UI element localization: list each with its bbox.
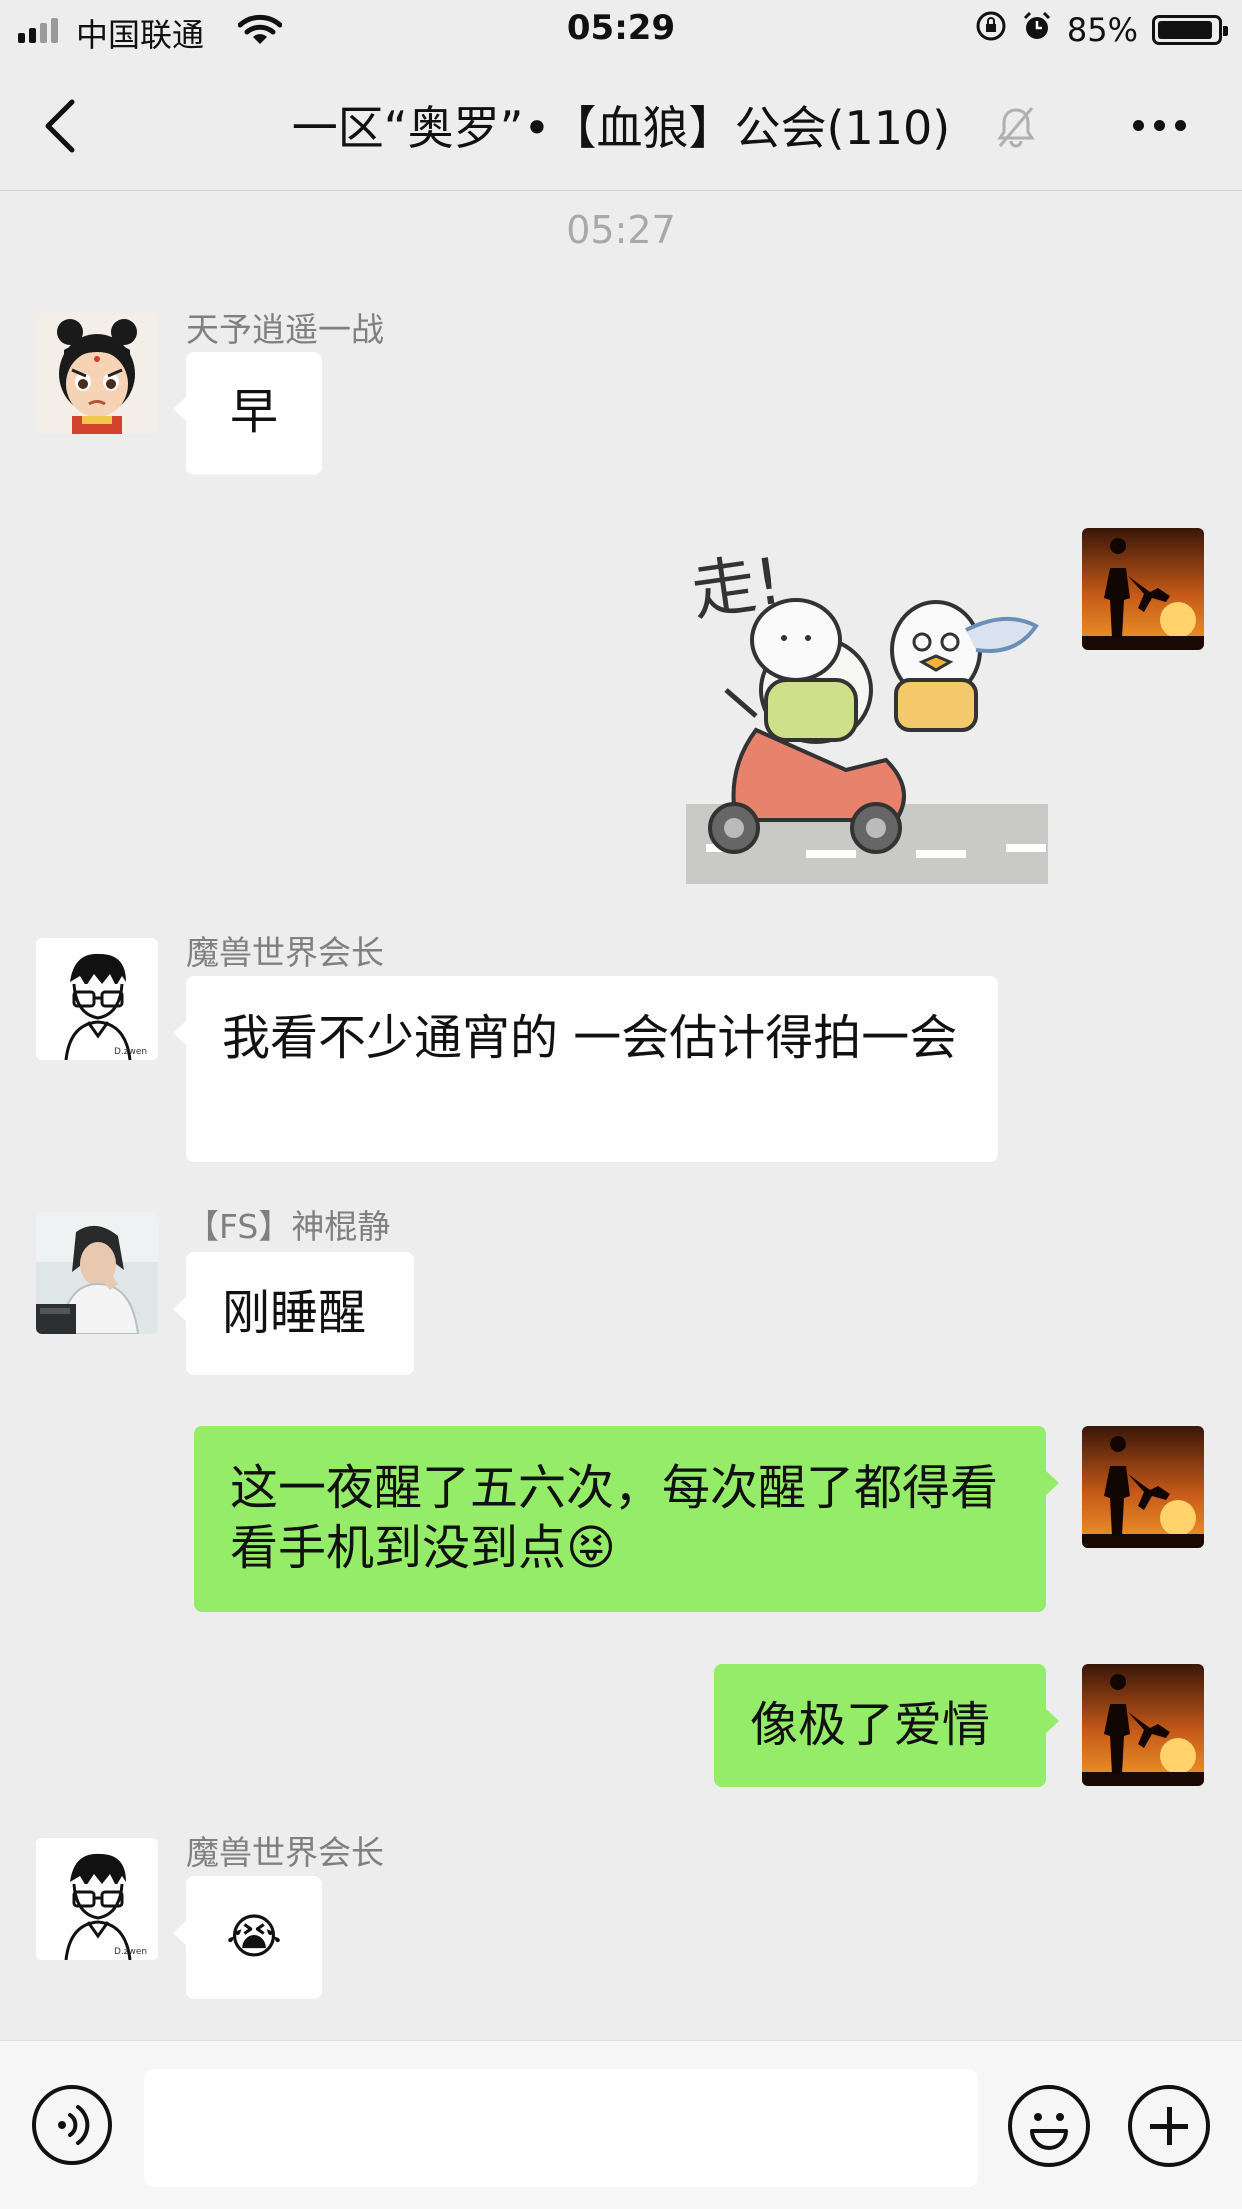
message-input[interactable] <box>144 2069 978 2187</box>
sender-name: 【FS】神棍静 <box>186 1207 391 1246</box>
more-button[interactable] <box>1133 120 1186 131</box>
more-actions-button[interactable] <box>1128 2085 1210 2167</box>
avatar[interactable] <box>36 1212 158 1334</box>
self-avatar[interactable] <box>1082 528 1204 650</box>
self-avatar[interactable] <box>1082 1426 1204 1548</box>
rotation-lock-icon <box>975 10 1007 50</box>
mute-bell-icon <box>996 106 1036 152</box>
input-bar <box>0 2040 1242 2209</box>
nav-bar: 一区“奥罗”•【血狼】公会(110) <box>0 62 1242 191</box>
battery-icon <box>1152 15 1228 45</box>
self-avatar[interactable] <box>1082 1664 1204 1786</box>
chat-timestamp: 05:27 <box>566 208 676 252</box>
message-bubble[interactable]: 这一夜醒了五六次，每次醒了都得看看手机到没到点😝 <box>194 1426 1059 1612</box>
sender-name: 魔兽世界会长 <box>186 933 384 972</box>
voice-input-button[interactable] <box>32 2085 112 2165</box>
avatar[interactable]: D.zwen <box>36 938 158 1060</box>
svg-text:D.zwen: D.zwen <box>114 1947 147 1957</box>
message-bubble[interactable]: 😭 <box>173 1876 322 1999</box>
back-button[interactable] <box>40 96 80 160</box>
sticker-caption: 走! <box>687 545 786 631</box>
emoji-button[interactable] <box>1008 2085 1090 2167</box>
message-bubble[interactable]: 刚睡醒 <box>173 1252 414 1375</box>
alarm-icon <box>1021 10 1053 50</box>
chat-title: 一区“奥罗”•【血狼】公会(110) <box>291 101 951 155</box>
sticker-image[interactable]: 走! <box>686 520 1048 884</box>
avatar[interactable] <box>36 312 158 434</box>
message-bubble[interactable]: 像极了爱情 <box>714 1664 1059 1787</box>
battery-percent: 85% <box>1066 11 1138 49</box>
svg-text:D.zwen: D.zwen <box>114 1047 147 1057</box>
avatar[interactable]: D.zwen <box>36 1838 158 1960</box>
sender-name: 魔兽世界会长 <box>186 1833 384 1872</box>
message-bubble[interactable]: 早 <box>173 352 322 475</box>
sender-name: 天予逍遥一战 <box>186 310 384 349</box>
message-bubble[interactable]: 我看不少通宵的 一会估计得拍一会 <box>173 976 998 1162</box>
status-bar: 中国联通 05:29 85% <box>0 0 1242 62</box>
